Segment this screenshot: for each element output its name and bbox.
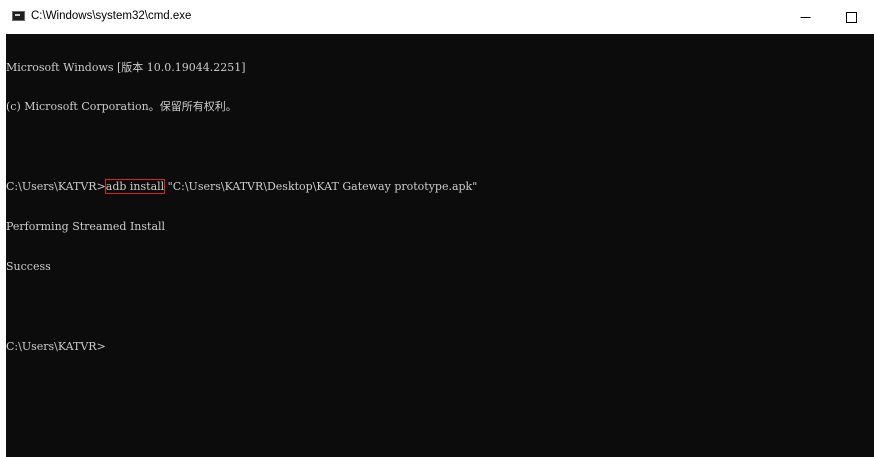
console-line-copyright: (c) Microsoft Corporation。保留所有权利。 (6, 100, 237, 114)
console-line-blank (6, 300, 477, 313)
screenshot: C:\Windows\system32\cmd.exe Microsoft Wi… (0, 0, 874, 457)
window-title: C:\Windows\system32\cmd.exe (31, 10, 196, 22)
cmd-icon[interactable] (12, 11, 25, 21)
maximize-button[interactable] (828, 0, 874, 34)
console-output[interactable]: Microsoft Windows [版本 10.0.19044.2251] (… (6, 34, 874, 457)
console-line-performing: Performing Streamed Install (6, 220, 166, 234)
maximize-icon (845, 11, 857, 23)
command-prompt: C:\Users\KATVR> (6, 180, 106, 194)
minimize-button[interactable] (782, 0, 828, 34)
console-line-version: Microsoft Windows [版本 10.0.19044.2251] (6, 60, 246, 74)
console-line-success: Success (6, 260, 51, 274)
console-lines: Microsoft Windows [版本 10.0.19044.2251] (… (6, 34, 477, 380)
console-line-blank (6, 140, 477, 153)
highlighted-command: adb install (104, 179, 166, 195)
console-line-prompt: C:\Users\KATVR> (6, 339, 106, 353)
console-line-command: C:\Users\KATVR>adb install "C:\Users\KAT… (6, 179, 478, 195)
command-arguments: "C:\Users\KATVR\Desktop\KAT Gateway prot… (164, 180, 478, 194)
cmd-window: C:\Windows\system32\cmd.exe Microsoft Wi… (0, 0, 874, 457)
title-bar[interactable]: C:\Windows\system32\cmd.exe (0, 0, 874, 34)
minimize-icon (800, 16, 810, 18)
